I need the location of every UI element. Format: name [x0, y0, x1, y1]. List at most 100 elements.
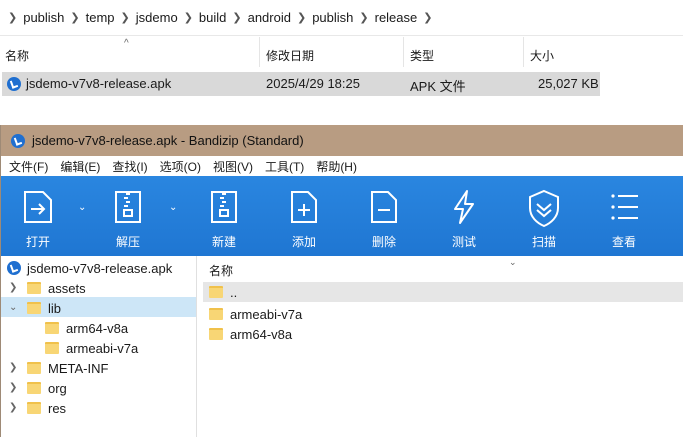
chevron-right-icon[interactable]: ❯	[9, 402, 17, 413]
title-bar[interactable]: jsdemo-v7v8-release.apk - Bandizip (Stan…	[1, 125, 683, 156]
chevron-right-icon[interactable]: ❯	[184, 11, 193, 24]
folder-icon	[27, 382, 41, 394]
add-label: 添加	[291, 235, 316, 249]
column-header-type[interactable]: 类型	[410, 47, 434, 64]
view-button[interactable]: 查看	[593, 176, 655, 256]
tree-item-org[interactable]: org	[27, 378, 67, 398]
breadcrumb-item[interactable]: android	[248, 10, 291, 25]
breadcrumb-item[interactable]: release	[375, 10, 418, 25]
folder-tree: jsdemo-v7v8-release.apk ❯ assets ⌄ lib a…	[1, 256, 197, 437]
column-header-modified[interactable]: 修改日期	[266, 47, 314, 64]
chevron-right-icon[interactable]: ❯	[9, 362, 17, 373]
list-item-parent[interactable]: ..	[203, 282, 683, 302]
file-name: jsdemo-v7v8-release.apk	[26, 76, 172, 91]
open-button[interactable]: 打开	[7, 176, 69, 256]
chevron-right-icon[interactable]: ❯	[9, 382, 17, 393]
menu-edit[interactable]: 编辑(E)	[60, 158, 100, 175]
tree-item-lib[interactable]: lib	[27, 298, 61, 318]
test-button[interactable]: 测试	[433, 176, 495, 256]
breadcrumb-item[interactable]: temp	[86, 10, 115, 25]
tree-item-res[interactable]: res	[27, 398, 66, 418]
tree-root[interactable]: jsdemo-v7v8-release.apk	[7, 258, 172, 278]
list-item-armeabi-v7a[interactable]: armeabi-v7a	[203, 304, 683, 324]
tree-item-assets[interactable]: assets	[27, 278, 86, 298]
column-divider[interactable]	[403, 37, 404, 67]
folder-icon	[27, 402, 41, 414]
scan-button[interactable]: 扫描	[513, 176, 575, 256]
file-row[interactable]: jsdemo-v7v8-release.apk 2025/4/29 18:25 …	[2, 72, 600, 96]
file-list: 名称 ⌄ .. armeabi-v7a arm64-v8a	[203, 256, 683, 437]
file-modified: 2025/4/29 18:25	[266, 76, 360, 91]
list-header[interactable]: 名称 ⌄	[203, 256, 683, 280]
delete-file-icon	[371, 191, 397, 223]
chevron-right-icon[interactable]: ❯	[359, 11, 368, 24]
chevron-right-icon[interactable]: ❯	[232, 11, 241, 24]
chevron-right-icon[interactable]: ❯	[70, 11, 79, 24]
breadcrumb-item[interactable]: publish	[23, 10, 64, 25]
chevron-down-icon[interactable]: ⌄	[9, 302, 17, 313]
breadcrumb-item[interactable]: publish	[312, 10, 353, 25]
menu-view[interactable]: 视图(V)	[213, 158, 253, 175]
breadcrumb-item[interactable]: jsdemo	[136, 10, 178, 25]
open-icon	[24, 191, 52, 223]
menu-tools[interactable]: 工具(T)	[265, 158, 304, 175]
tree-item-label: res	[48, 400, 67, 416]
tree-item-armeabi-v7a[interactable]: armeabi-v7a	[45, 338, 138, 358]
tree-item-label: armeabi-v7a	[66, 340, 139, 356]
column-divider[interactable]	[259, 37, 260, 67]
add-button[interactable]: 添加	[273, 176, 335, 256]
address-bar[interactable]: ❯ publish ❯ temp ❯ jsdemo ❯ build ❯ andr…	[0, 0, 683, 36]
extract-icon	[115, 191, 141, 223]
bandizip-window: jsdemo-v7v8-release.apk - Bandizip (Stan…	[0, 125, 683, 437]
list-view-icon	[611, 194, 638, 220]
folder-icon	[209, 328, 223, 340]
file-type: APK 文件	[410, 79, 466, 94]
delete-label: 删除	[371, 235, 396, 249]
tree-item-meta-inf[interactable]: META-INF	[27, 358, 108, 378]
apk-file-icon	[7, 77, 21, 94]
delete-button[interactable]: 删除	[353, 176, 415, 256]
list-item-arm64-v8a[interactable]: arm64-v8a	[203, 324, 683, 344]
column-header-name[interactable]: 名称	[5, 47, 29, 64]
new-archive-button[interactable]: 新建	[193, 176, 255, 256]
bandizip-app-icon	[11, 133, 25, 148]
column-divider[interactable]	[523, 37, 524, 67]
view-label: 查看	[611, 235, 636, 249]
file-explorer-window: ❯ publish ❯ temp ❯ jsdemo ❯ build ❯ andr…	[0, 0, 683, 125]
menu-bar: 文件(F) 编辑(E) 查找(I) 选项(O) 视图(V) 工具(T) 帮助(H…	[1, 156, 683, 176]
breadcrumb-item[interactable]: build	[199, 10, 226, 25]
sort-up-icon: ^	[124, 38, 129, 49]
tree-item-label: META-INF	[48, 360, 109, 376]
tree-root-label: jsdemo-v7v8-release.apk	[27, 260, 173, 276]
chevron-right-icon[interactable]: ❯	[8, 11, 17, 24]
column-header-size[interactable]: 大小	[530, 47, 554, 64]
chevron-down-icon[interactable]: ⌄	[169, 202, 177, 213]
test-label: 测试	[451, 235, 476, 249]
folder-icon	[27, 302, 41, 314]
extract-button[interactable]: 解压	[97, 176, 159, 256]
chevron-down-icon[interactable]: ⌄	[78, 202, 86, 213]
extract-label: 解压	[115, 235, 140, 249]
folder-icon	[209, 286, 223, 298]
add-file-icon	[291, 191, 317, 223]
chevron-right-icon[interactable]: ❯	[423, 11, 432, 24]
menu-find[interactable]: 查找(I)	[112, 158, 147, 175]
breadcrumb: ❯ publish ❯ temp ❯ jsdemo ❯ build ❯ andr…	[2, 10, 438, 25]
menu-options[interactable]: 选项(O)	[160, 158, 201, 175]
apk-file-icon	[7, 261, 21, 275]
folder-icon	[27, 282, 41, 294]
folder-icon	[45, 342, 59, 354]
chevron-right-icon[interactable]: ❯	[9, 282, 17, 293]
chevron-right-icon[interactable]: ❯	[121, 11, 130, 24]
menu-file[interactable]: 文件(F)	[9, 158, 48, 175]
sort-down-icon: ⌄	[509, 257, 517, 267]
list-header-name[interactable]: 名称	[209, 262, 233, 279]
tree-item-label: org	[48, 380, 67, 396]
menu-help[interactable]: 帮助(H)	[316, 158, 357, 175]
toolbar: 打开 ⌄ 解压 ⌄ 新建 添加 删除 测试 扫描 查看	[1, 176, 683, 256]
tree-item-arm64-v8a[interactable]: arm64-v8a	[45, 318, 128, 338]
folder-icon	[45, 322, 59, 334]
window-title: jsdemo-v7v8-release.apk - Bandizip (Stan…	[32, 133, 304, 148]
scan-label: 扫描	[531, 235, 556, 249]
chevron-right-icon[interactable]: ❯	[297, 11, 306, 24]
